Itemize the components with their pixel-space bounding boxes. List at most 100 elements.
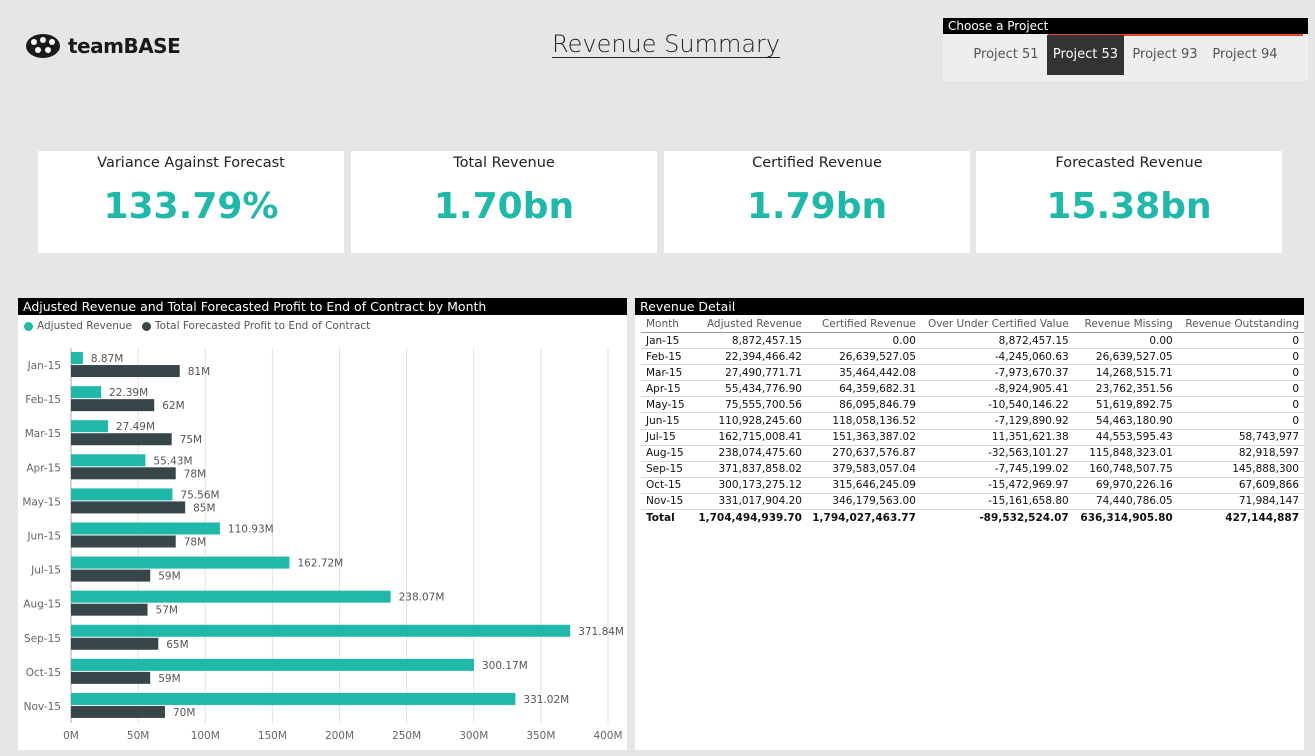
forecasted-profit-bar[interactable] [71, 467, 176, 480]
forecasted-profit-bar[interactable] [71, 535, 176, 548]
kpi-value: 133.79% [103, 186, 279, 227]
kpi-card-forecasted-revenue: Forecasted Revenue 15.38bn [976, 151, 1282, 253]
kpi-label: Certified Revenue [752, 155, 882, 171]
table-cell: -7,129,890.92 [920, 412, 1074, 430]
table-cell: 75,555,700.56 [693, 396, 807, 414]
x-tick-label: 50M [127, 730, 149, 742]
table-cell: 26,639,527.05 [806, 348, 921, 366]
adjusted-revenue-bar[interactable] [71, 488, 173, 501]
forecasted-profit-bar[interactable] [71, 705, 165, 718]
table-cell: 54,463,180.90 [1073, 412, 1178, 430]
table-cell: 67,609,866 [1177, 477, 1304, 494]
kpi-label: Variance Against Forecast [97, 155, 285, 171]
project-51-button[interactable]: Project 51 [967, 35, 1045, 75]
bar-data-label: 8.87M [91, 353, 123, 365]
adjusted-revenue-bar[interactable] [71, 454, 146, 467]
y-category-label: Mar-15 [25, 428, 61, 440]
kpi-label: Forecasted Revenue [1055, 155, 1203, 171]
column-header[interactable]: Revenue Missing [1073, 316, 1178, 333]
table-cell: 160,748,507.75 [1073, 461, 1178, 478]
forecasted-profit-bar[interactable] [71, 637, 159, 650]
adjusted-revenue-bar[interactable] [71, 590, 391, 603]
legend-label: Adjusted Revenue [37, 320, 133, 332]
table-panel: Revenue Detail Month Adjusted Revenue Cert… [635, 298, 1304, 750]
adjusted-revenue-bar[interactable] [71, 522, 220, 535]
x-tick-label: 300M [459, 730, 488, 742]
table-header-row: Month Adjusted Revenue Certified Revenue Ov… [641, 316, 1304, 333]
table-cell: 115,848,323.01 [1073, 445, 1178, 462]
y-category-label: Feb-15 [25, 394, 61, 406]
table-cell: 300,173,275.12 [693, 477, 807, 494]
adjusted-revenue-bar[interactable] [71, 692, 516, 705]
table-cell: 71,984,147 [1177, 493, 1304, 511]
column-header[interactable]: Adjusted Revenue [693, 316, 807, 333]
page-title: Revenue Summary [552, 30, 781, 58]
table-cell: 74,440,786.05 [1073, 493, 1178, 511]
table-cell: Apr-15 [641, 380, 694, 398]
y-category-label: Apr-15 [26, 462, 61, 474]
adjusted-revenue-bar[interactable] [71, 420, 108, 433]
bar-data-label: 162.72M [297, 558, 343, 570]
table-cell: -7,973,670.37 [920, 364, 1074, 382]
y-category-label: Jan-15 [27, 360, 61, 372]
project-93-button[interactable]: Project 93 [1126, 35, 1204, 75]
kpi-card-variance: Variance Against Forecast 133.79% [38, 151, 344, 253]
bar-data-label: 85M [193, 502, 215, 514]
table-cell: -32,563,101.27 [920, 445, 1074, 462]
table-cell: -8,924,905.41 [920, 380, 1074, 398]
adjusted-revenue-bar[interactable] [71, 658, 474, 671]
bar-data-label: 238.07M [399, 592, 445, 604]
logo-text: teamBASE [68, 34, 181, 58]
table-cell: -10,540,146.22 [920, 396, 1074, 414]
legend-item-adjusted-revenue[interactable]: Adjusted Revenue [24, 320, 132, 332]
table-cell: 0 [1177, 396, 1304, 414]
column-header[interactable]: Revenue Outstanding [1177, 316, 1304, 333]
x-tick-label: 350M [526, 730, 555, 742]
table-row: Feb-15 22,394,466.42 26,639,527.05 -4,245,0… [641, 348, 1304, 366]
table-cell: 51,619,892.75 [1073, 396, 1178, 414]
adjusted-revenue-bar[interactable] [71, 624, 571, 637]
adjusted-revenue-bar[interactable] [71, 386, 102, 399]
x-tick-label: 200M [325, 730, 354, 742]
legend-dot-icon [24, 321, 33, 331]
kpi-value: 15.38bn [1046, 186, 1212, 227]
table-cell: Jan-15 [641, 332, 694, 350]
project-94-button[interactable]: Project 94 [1206, 35, 1284, 75]
table-cell: 69,970,226.16 [1073, 477, 1178, 494]
table-cell: 86,095,846.79 [806, 396, 921, 414]
column-header[interactable]: Month [641, 316, 694, 333]
table-cell: 8,872,457.15 [693, 332, 807, 350]
table-cell: May-15 [641, 396, 694, 414]
bar-data-label: 371.84M [578, 626, 624, 638]
legend-dot-icon [142, 321, 152, 331]
adjusted-revenue-bar[interactable] [71, 556, 290, 569]
table-cell: 331,017,904.20 [693, 493, 807, 511]
forecasted-profit-bar[interactable] [71, 501, 186, 514]
forecasted-profit-bar[interactable] [71, 433, 172, 446]
table-cell: 371,837,858.02 [693, 461, 807, 478]
bar-data-label: 75.56M [180, 489, 219, 501]
table-row: Jun-15 110,928,245.60 118,058,136.52 -7,129… [641, 412, 1304, 430]
x-tick-label: 0M [63, 730, 79, 742]
table-cell: -15,161,658.80 [920, 493, 1074, 511]
column-header[interactable]: Certified Revenue [806, 316, 921, 333]
forecasted-profit-bar[interactable] [71, 671, 151, 684]
column-header[interactable]: Over Under Certified Value [920, 316, 1074, 333]
table-cell: Mar-15 [641, 364, 694, 382]
legend-item-forecasted-profit[interactable]: Total Forecasted Profit to End of Contra… [142, 320, 370, 332]
table-cell: 14,268,515.71 [1073, 364, 1178, 382]
forecasted-profit-bar[interactable] [71, 569, 151, 582]
bar-data-label: 59M [158, 673, 180, 685]
table-cell: 64,359,682.31 [806, 380, 921, 398]
bar-data-label: 78M [184, 537, 206, 549]
adjusted-revenue-bar[interactable] [71, 352, 83, 365]
table-cell: 118,058,136.52 [806, 412, 921, 430]
project-53-button[interactable]: Project 53 [1047, 35, 1124, 75]
table-cell: Jul-15 [641, 429, 694, 446]
table-cell: Aug-15 [641, 445, 694, 462]
forecasted-profit-bar[interactable] [71, 399, 155, 412]
forecasted-profit-bar[interactable] [71, 603, 148, 616]
forecasted-profit-bar[interactable] [71, 365, 180, 378]
y-category-label: Jun-15 [26, 531, 61, 543]
table-cell: 35,464,442.08 [806, 364, 921, 382]
